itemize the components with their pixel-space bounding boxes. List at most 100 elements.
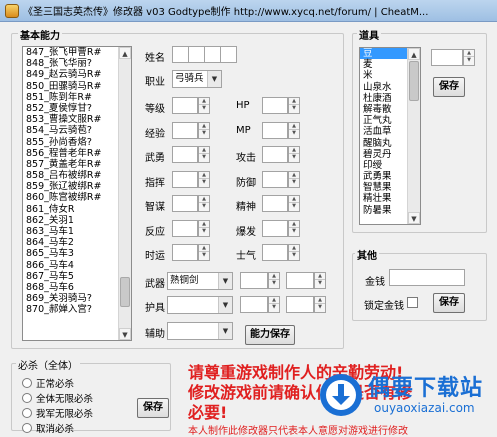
scroll-up-icon[interactable]: ▲ [119,47,131,59]
name-char-3[interactable] [204,46,221,63]
list-item[interactable]: 861_侍女R [23,204,131,215]
character-listbox[interactable]: 847_张飞甲曹R# 848_张飞华丽? 849_赵云骑马R# 850_田骡骑马R# 8… [22,46,132,341]
list-item[interactable]: 859_张辽被绑R# [23,181,131,192]
chevron-down-icon[interactable]: ▼ [218,297,232,313]
list-item[interactable]: 848_张飞华丽? [23,58,131,69]
list-item[interactable]: 847_张飞甲曹R# [23,47,131,58]
gold-field[interactable] [389,269,465,286]
chevron-down-icon[interactable]: ▼ [218,323,232,339]
armor-spinner-2[interactable]: ▲ ▼ [314,296,326,313]
list-item[interactable]: 864_马车2 [23,237,131,248]
list-item[interactable]: 852_夏侯惇甘? [23,103,131,114]
scroll-down-icon[interactable]: ▼ [119,328,131,340]
stat-field[interactable] [262,244,288,261]
weapon-spinner-1[interactable]: ▲ ▼ [268,272,280,289]
stat-spinner[interactable]: ▲ ▼ [288,171,300,188]
scroll-thumb[interactable] [409,61,419,101]
item-count-field[interactable] [431,49,463,66]
job-select[interactable]: 弓骑兵 ▼ [172,70,222,88]
stat-field[interactable] [262,122,288,139]
stat-spinner[interactable]: ▲ ▼ [198,122,210,139]
items-save-button[interactable]: 保存 [433,77,465,97]
stat-field[interactable] [262,146,288,163]
stat-field[interactable] [172,97,198,114]
radio-icon[interactable] [22,423,32,433]
stat-spinner[interactable]: ▲ ▼ [288,146,300,163]
stat-field[interactable] [262,195,288,212]
name-char-1[interactable] [172,46,189,63]
stat-spinner[interactable]: ▲ ▼ [288,220,300,237]
stat-field[interactable] [262,220,288,237]
watermark-logo-icon [320,374,362,416]
item-count-spinner[interactable]: ▲ ▼ [463,49,475,66]
list-item[interactable]: 868_马车6 [23,282,131,293]
lock-gold-checkbox[interactable] [407,297,418,308]
stat-spinner[interactable]: ▲ ▼ [288,122,300,139]
stat-field[interactable] [172,171,198,188]
name-char-2[interactable] [188,46,205,63]
list-item[interactable]: 865_马车3 [23,248,131,259]
list-item[interactable]: 858_吕布被绑R# [23,170,131,181]
chevron-down-icon[interactable]: ▼ [207,71,221,87]
stat-spinner[interactable]: ▲ ▼ [198,146,210,163]
stat-spinner[interactable]: ▲ ▼ [198,220,210,237]
list-item[interactable]: 850_田骡骑马R# [23,81,131,92]
scroll-thumb[interactable] [120,277,130,307]
armor-spinner-1[interactable]: ▲ ▼ [268,296,280,313]
stat-spinner[interactable]: ▲ ▼ [198,244,210,261]
list-item[interactable]: 856_程普老年R# [23,148,131,159]
list-item[interactable]: 853_曹操文服R# [23,114,131,125]
character-list-scrollbar[interactable]: ▲ ▼ [118,47,131,340]
stat-spinner[interactable]: ▲ ▼ [198,195,210,212]
armor-select[interactable]: ▼ [167,296,233,314]
radio-normal-kill[interactable]: 正常必杀 [22,376,74,390]
stat-field[interactable] [172,220,198,237]
stat-spinner[interactable]: ▲ ▼ [198,97,210,114]
weapon-value: 熟铜剑 [170,275,199,286]
stat-field[interactable] [262,97,288,114]
list-item[interactable]: 857_黄盖老年R# [23,159,131,170]
list-item[interactable]: 860_陈宫被绑R# [23,192,131,203]
radio-all-infinite[interactable]: 全体无限必杀 [22,391,93,405]
stat-field[interactable] [172,244,198,261]
aux-select[interactable]: ▼ [167,322,233,340]
list-item[interactable]: 866_马车4 [23,260,131,271]
items-listbox[interactable]: 豆麦米山泉水 杜康酒 解毒散 正气丸 活血草 醒脑丸 碧灵丹 印绶 武勇果 智慧果 精壮果 防暑果 ▲… [359,47,421,225]
stat-field[interactable] [172,146,198,163]
weapon-field-2[interactable] [286,272,314,289]
scroll-down-icon[interactable]: ▼ [408,212,420,224]
stat-field[interactable] [172,195,198,212]
radio-cancel-kill[interactable]: 取消必杀 [22,421,74,435]
list-item[interactable]: 867_马车5 [23,271,131,282]
scroll-up-icon[interactable]: ▲ [408,48,420,60]
armor-field-1[interactable] [240,296,268,313]
name-char-4[interactable] [220,46,237,63]
stat-spinner[interactable]: ▲ ▼ [288,195,300,212]
ability-save-button[interactable]: 能力保存 [245,325,295,345]
list-item[interactable]: 851_陈到年R# [23,92,131,103]
list-item[interactable]: 854_马云骑苞? [23,125,131,136]
kill-save-button[interactable]: 保存 [137,398,169,418]
list-item[interactable]: 849_赵云骑马R# [23,69,131,80]
weapon-spinner-2[interactable]: ▲ ▼ [314,272,326,289]
stat-spinner[interactable]: ▲ ▼ [198,171,210,188]
radio-icon[interactable] [22,408,32,418]
other-save-button[interactable]: 保存 [433,293,465,313]
stat-field[interactable] [172,122,198,139]
list-item[interactable]: 862_关羽1 [23,215,131,226]
chevron-down-icon[interactable]: ▼ [218,273,232,289]
stat-spinner[interactable]: ▲ ▼ [288,97,300,114]
radio-our-infinite[interactable]: 我军无限必杀 [22,406,93,420]
weapon-select[interactable]: 熟铜剑 ▼ [167,272,233,290]
armor-field-2[interactable] [286,296,314,313]
radio-icon[interactable] [22,378,32,388]
list-item[interactable]: 869_关羽骑马? [23,293,131,304]
stat-field[interactable] [262,171,288,188]
radio-icon[interactable] [22,393,32,403]
weapon-field-1[interactable] [240,272,268,289]
items-list-scrollbar[interactable]: ▲ ▼ [407,48,420,224]
list-item[interactable]: 870_郝婵入宫? [23,304,131,315]
list-item[interactable]: 855_孙尚香烙? [23,137,131,148]
stat-spinner[interactable]: ▲ ▼ [288,244,300,261]
list-item[interactable]: 863_马车1 [23,226,131,237]
